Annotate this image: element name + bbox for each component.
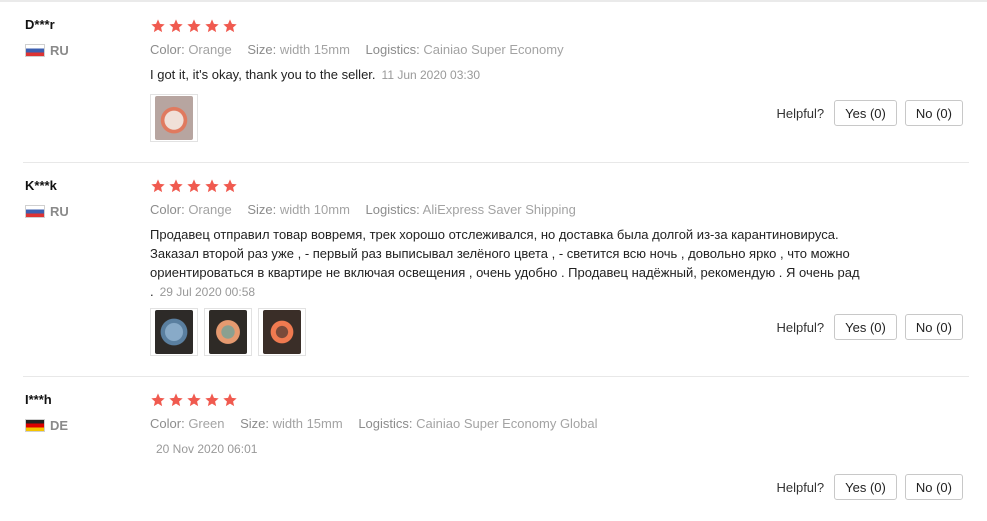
logistics-value: Cainiao Super Economy <box>423 42 564 57</box>
country-code: RU <box>50 43 69 58</box>
review-divider <box>23 162 969 163</box>
product-photo <box>155 310 193 354</box>
star-icon <box>223 179 237 193</box>
logistics-value: AliExpress Saver Shipping <box>422 202 576 217</box>
color-key: Color: <box>150 416 185 431</box>
logistics-key: Logistics: <box>365 202 420 217</box>
russia-flag-icon <box>25 44 45 57</box>
reviewer-name: K***k <box>25 178 57 193</box>
reviewer-name: I***h <box>25 392 52 407</box>
color-value: Orange <box>188 202 232 217</box>
review-photo-thumbnail[interactable] <box>204 308 252 356</box>
helpful-yes-button[interactable]: Yes (0) <box>834 100 897 126</box>
size-value: width 15mm <box>272 416 343 431</box>
star-icon <box>187 179 201 193</box>
helpful-yes-button[interactable]: Yes (0) <box>834 474 897 500</box>
helpful-controls: Helpful? Yes (0) No (0) <box>776 474 963 500</box>
helpful-label: Helpful? <box>776 105 825 121</box>
star-icon <box>223 393 237 407</box>
order-attributes: Color: Orange Size: width 10mm Logistics… <box>150 202 588 217</box>
color-value: Orange <box>188 42 232 57</box>
helpful-no-button[interactable]: No (0) <box>904 474 963 500</box>
star-icon <box>151 393 165 407</box>
helpful-no-button[interactable]: No (0) <box>904 314 963 340</box>
country-code: DE <box>50 418 69 433</box>
review-divider <box>23 376 969 377</box>
size-value: width 10mm <box>279 202 350 217</box>
review-date: 29 Jul 2020 00:58 <box>159 285 256 299</box>
star-icon <box>205 179 219 193</box>
helpful-no-button[interactable]: No (0) <box>904 100 963 126</box>
review-text: Продавец отправил товар вовремя, трек хо… <box>150 225 880 302</box>
star-rating <box>150 392 238 408</box>
logistics-key: Logistics: <box>358 416 413 431</box>
order-attributes: Color: Green Size: width 15mm Logistics:… <box>150 416 610 431</box>
color-key: Color: <box>150 202 185 217</box>
germany-flag-icon <box>25 419 45 432</box>
logistics-value: Cainiao Super Economy Global <box>416 416 598 431</box>
star-icon <box>169 179 183 193</box>
review-photo-thumbnail[interactable] <box>258 308 306 356</box>
color-key: Color: <box>150 42 185 57</box>
size-value: width 15mm <box>279 42 350 57</box>
helpful-label: Helpful? <box>776 479 825 495</box>
star-rating <box>150 178 238 194</box>
star-icon <box>187 19 201 33</box>
star-icon <box>151 19 165 33</box>
helpful-controls: Helpful? Yes (0) No (0) <box>776 314 963 340</box>
star-rating <box>150 18 238 34</box>
reviewer-country: RU <box>25 43 69 58</box>
color-value: Green <box>188 416 225 431</box>
product-photo <box>209 310 247 354</box>
review-photo-thumbnail[interactable] <box>150 308 198 356</box>
review-text: 20 Nov 2020 06:01 <box>150 439 880 459</box>
helpful-controls: Helpful? Yes (0) No (0) <box>776 100 963 126</box>
review-photos <box>150 308 306 356</box>
star-icon <box>169 19 183 33</box>
star-icon <box>205 19 219 33</box>
review-body: Продавец отправил товар вовремя, трек хо… <box>150 227 860 299</box>
review-photos <box>150 94 198 142</box>
star-icon <box>223 19 237 33</box>
product-photo <box>263 310 301 354</box>
star-icon <box>151 179 165 193</box>
star-icon <box>187 393 201 407</box>
country-code: RU <box>50 204 69 219</box>
review-date: 11 Jun 2020 03:30 <box>381 68 481 82</box>
review-date: 20 Nov 2020 06:01 <box>156 442 258 456</box>
order-attributes: Color: Orange Size: width 15mm Logistics… <box>150 42 576 57</box>
product-photo <box>155 96 193 140</box>
review-photo-thumbnail[interactable] <box>150 94 198 142</box>
reviewer-country: RU <box>25 204 69 219</box>
size-key: Size: <box>247 42 277 57</box>
helpful-yes-button[interactable]: Yes (0) <box>834 314 897 340</box>
reviewer-name: D***r <box>25 17 55 32</box>
top-border <box>0 0 987 2</box>
size-key: Size: <box>240 416 269 431</box>
star-icon <box>169 393 183 407</box>
size-key: Size: <box>247 202 277 217</box>
reviewer-country: DE <box>25 418 68 433</box>
star-icon <box>205 393 219 407</box>
russia-flag-icon <box>25 205 45 218</box>
helpful-label: Helpful? <box>776 319 825 335</box>
logistics-key: Logistics: <box>365 42 420 57</box>
review-body: I got it, it's okay, thank you to the se… <box>150 67 376 82</box>
review-text: I got it, it's okay, thank you to the se… <box>150 65 880 85</box>
